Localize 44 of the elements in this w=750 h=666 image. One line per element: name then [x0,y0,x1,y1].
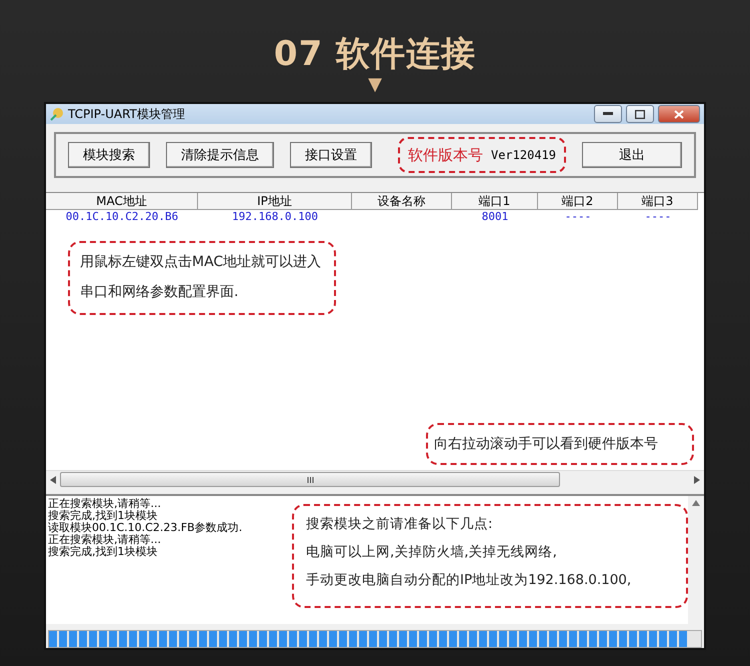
tip-line: 电脑可以上网,关掉防火墙,关掉无线网络, [306,543,558,562]
scroll-left-icon[interactable] [50,476,56,484]
marker-arrow: ▼ [368,76,382,94]
scroll-up-icon[interactable] [692,500,700,506]
minimize-button[interactable] [594,105,622,123]
table-cell-text: 00.1C.10.C2.20.B6 [64,210,180,224]
scroll-right-icon[interactable] [694,476,700,484]
column-header[interactable]: MAC地址 [46,193,198,210]
maximize-button[interactable] [626,105,654,123]
version-number: Ver120419 [490,148,556,162]
column-header[interactable]: IP地址 [198,193,352,210]
toolbar-button[interactable]: 模块搜索 [68,142,150,168]
log-line: 搜索完成,找到1块模块 [48,546,158,558]
table-cell-text: 192.168.0.100 [230,210,320,224]
log-line: 读取模块00.1C.10.C2.23.FB参数成功. [48,522,242,534]
vertical-scrollbar[interactable] [688,496,704,624]
column-header[interactable]: 设备名称 [352,193,452,210]
column-header[interactable]: 端口3 [618,193,698,210]
tip-callout: 用鼠标左键双点击MAC地址就可以进入串口和网络参数配置界面. [68,241,336,315]
page-title: 07 软件连接 [274,34,476,74]
log-line: 搜索完成,找到1块模块 [48,510,158,522]
table-cell-text: ---- [564,210,592,224]
log-line: 正在搜索模块,请稍等... [48,534,162,546]
grip-icon [306,476,314,482]
tip-line: 搜索模块之前请准备以下几点: [306,515,494,534]
table-cell-text: 8001 [480,210,510,224]
column-header[interactable]: 端口1 [452,193,538,210]
exit-button[interactable]: 退出 [582,142,682,168]
table-cell-text: ---- [644,210,672,224]
column-header[interactable]: 端口2 [538,193,618,210]
tip-callout: 向右拉动滚动手可以看到硬件版本号 [426,423,694,465]
horizontal-scrollbar[interactable] [46,470,704,488]
toolbar-button[interactable]: 接口设置 [290,142,372,168]
minimize-icon [603,112,613,116]
close-icon [674,110,684,118]
window-title: TCPIP-UART模块管理 [68,106,186,122]
maximize-icon [635,110,645,118]
close-button[interactable] [658,105,700,123]
log-line: 正在搜索模块,请稍等... [48,498,162,510]
toolbar-button[interactable]: 清除提示信息 [166,142,274,168]
app-icon [50,107,64,121]
scrollbar-thumb[interactable] [60,472,560,487]
version-label: 软件版本号 [408,146,483,164]
tip-line: 手动更改电脑自动分配的IP地址改为192.168.0.100, [306,571,632,590]
